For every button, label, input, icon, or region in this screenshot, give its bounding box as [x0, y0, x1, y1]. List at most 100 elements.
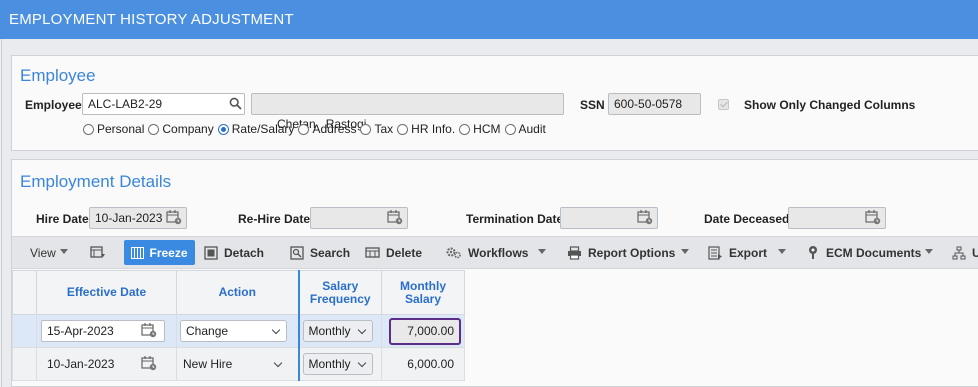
action-cell[interactable]: New Hire	[176, 347, 299, 381]
radio-button[interactable]	[298, 123, 310, 135]
radio-button[interactable]	[148, 123, 160, 135]
salary-frequency-header-line1: Salary	[322, 278, 359, 293]
gear-icon	[446, 246, 462, 260]
calendar-icon[interactable]	[387, 209, 403, 225]
calendar-icon[interactable]	[141, 322, 157, 338]
freeze-button[interactable]: Freeze	[124, 240, 195, 265]
effective-date-cell: 10-Jan-2023	[36, 347, 177, 381]
show-changed-checkbox[interactable]	[718, 99, 729, 110]
employee-label: Employee	[25, 98, 82, 112]
hire-date-value: 10-Jan-2023	[95, 211, 163, 225]
overflow-label: U	[972, 245, 978, 260]
export-icon	[708, 245, 723, 260]
search-icon	[290, 245, 304, 260]
radio-button[interactable]	[397, 123, 409, 135]
column-header-monthly-salary[interactable]: Monthly Salary	[381, 270, 465, 315]
hire-date-label: Hire Date	[36, 212, 89, 226]
radio-button[interactable]	[459, 123, 471, 135]
radio-hr-info[interactable]: HR Info.	[397, 122, 455, 136]
radio-label: Rate/Salary	[231, 122, 295, 136]
calendar-icon[interactable]	[637, 209, 653, 225]
column-header-action[interactable]: Action	[176, 270, 299, 315]
chevron-down-icon[interactable]	[60, 249, 68, 254]
freeze-icon	[131, 246, 145, 259]
radio-label: HR Info.	[411, 122, 456, 136]
row-selector[interactable]	[12, 347, 37, 381]
export-button[interactable]: Export	[708, 237, 767, 268]
grid-settings-button[interactable]	[90, 237, 112, 268]
monthly-salary-header-line1: Monthly	[400, 278, 446, 293]
ecm-documents-button[interactable]: ECM Documents	[806, 237, 921, 268]
table-row[interactable]: 10-Jan-2023 New Hire Monthly 6,000.00	[12, 347, 465, 381]
row-header-cell	[12, 270, 37, 315]
details-section-title: Employment Details	[20, 172, 172, 191]
table-row[interactable]: 15-Apr-2023 Change Monthly 7,000.00	[12, 314, 465, 348]
employee-section-title: Employee	[20, 66, 96, 85]
workflows-label: Workflows	[468, 245, 529, 260]
date-deceased-label: Date Deceased	[704, 212, 790, 226]
search-icon[interactable]	[228, 96, 242, 110]
radio-tax[interactable]: Tax	[360, 122, 393, 136]
chevron-down-icon[interactable]	[273, 358, 282, 368]
delete-label: Delete	[386, 245, 423, 260]
chevron-down-icon	[357, 358, 366, 368]
frequency-cell[interactable]: Monthly	[297, 314, 382, 348]
monthly-salary-value: 7,000.00	[407, 324, 454, 338]
action-select[interactable]: Change	[180, 320, 287, 342]
search-button[interactable]: Search	[290, 237, 350, 268]
view-menu[interactable]: View	[30, 237, 56, 268]
detach-button[interactable]: Detach	[204, 237, 264, 268]
frequency-cell[interactable]: Monthly	[297, 347, 382, 381]
calendar-icon[interactable]	[166, 209, 182, 225]
radio-label: Audit	[518, 122, 546, 136]
view-label: View	[30, 245, 56, 260]
radio-personal[interactable]: Personal	[83, 122, 144, 136]
employee-field[interactable]: ALC-LAB2-29	[82, 93, 245, 115]
chevron-down-icon[interactable]	[681, 249, 689, 254]
delete-button[interactable]: Delete	[365, 237, 422, 268]
salary-frequency-header-line2: Frequency	[309, 291, 371, 306]
radio-label: Tax	[374, 122, 394, 136]
detach-icon	[204, 245, 218, 260]
chevron-down-icon[interactable]	[778, 249, 786, 254]
radio-button[interactable]	[504, 123, 516, 135]
radio-address[interactable]: Address	[298, 122, 356, 136]
frequency-select[interactable]: Monthly	[302, 353, 373, 375]
tab-radio-group: Personal Company Rate/Salary Address Tax…	[83, 122, 550, 136]
radio-label: Personal	[97, 122, 145, 136]
chevron-down-icon	[271, 325, 281, 335]
report-options-button[interactable]: Report Options	[567, 237, 675, 268]
radio-button[interactable]	[360, 123, 372, 135]
radio-company[interactable]: Company	[148, 122, 214, 136]
detach-label: Detach	[224, 245, 265, 260]
calendar-icon[interactable]	[141, 355, 157, 371]
radio-button-selected[interactable]	[217, 123, 229, 135]
employee-panel: Employee Employee ALC-LAB2-29 Chetan Ras…	[11, 55, 978, 151]
radio-hcm[interactable]: HCM	[459, 122, 501, 136]
monthly-salary-cell[interactable]: 7,000.00	[381, 314, 465, 348]
monthly-salary-input[interactable]: 7,000.00	[389, 318, 461, 345]
effective-date-cell[interactable]: 15-Apr-2023	[36, 314, 177, 348]
action-value: New Hire	[183, 357, 233, 371]
chevron-down-icon[interactable]	[925, 249, 933, 254]
column-header-salary-frequency[interactable]: Salary Frequency	[297, 270, 382, 315]
ecm-documents-label: ECM Documents	[826, 245, 922, 260]
effective-date-value: 10-Jan-2023	[47, 357, 115, 371]
hierarchy-icon	[952, 246, 966, 260]
frequency-value: Monthly	[308, 357, 351, 371]
radio-button[interactable]	[83, 123, 94, 135]
overflow-button[interactable]: U	[952, 237, 978, 268]
ssn-value: 600-50-0578	[614, 97, 683, 111]
show-changed-label: Show Only Changed Columns	[744, 98, 916, 112]
radio-audit[interactable]: Audit	[504, 122, 546, 136]
row-selector[interactable]	[12, 314, 37, 348]
workflows-button[interactable]: Workflows	[446, 237, 528, 268]
action-value: Change	[186, 324, 229, 338]
action-cell[interactable]: Change	[176, 314, 299, 348]
column-header-effective-date[interactable]: Effective Date	[36, 270, 177, 315]
radio-rate-salary[interactable]: Rate/Salary	[217, 122, 295, 136]
frequency-select[interactable]: Monthly	[302, 320, 373, 342]
calendar-icon[interactable]	[865, 209, 881, 225]
termination-date-label: Termination Date	[466, 212, 564, 226]
chevron-down-icon[interactable]	[538, 249, 546, 254]
